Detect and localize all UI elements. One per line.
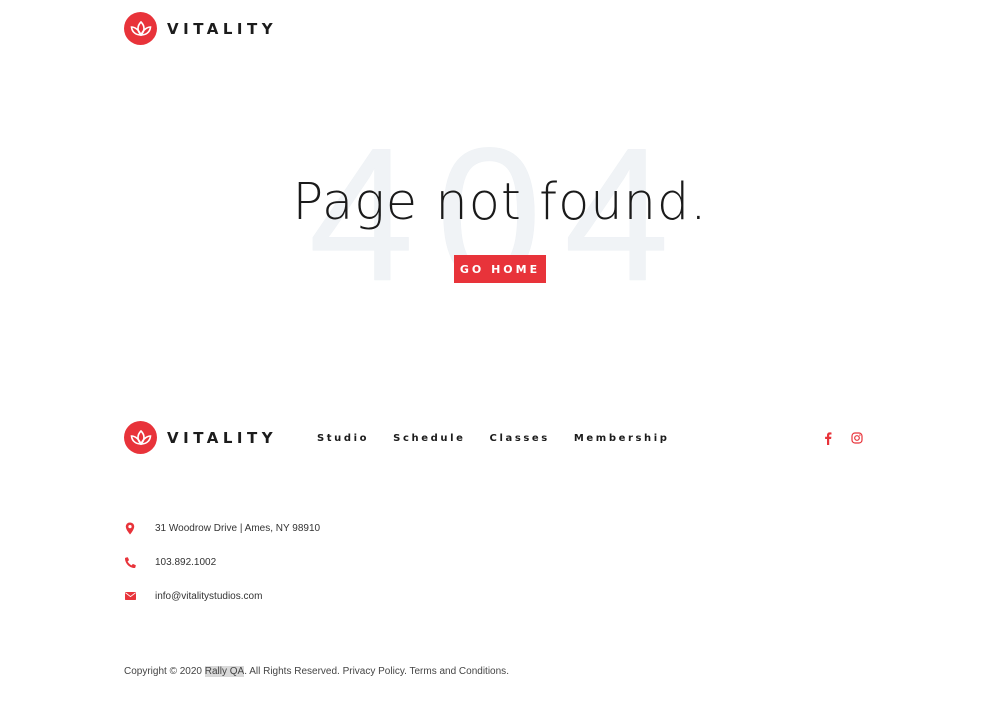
header-logo[interactable]: VITALITY: [124, 12, 277, 45]
nav-link-schedule[interactable]: Schedule: [393, 433, 465, 444]
footer-nav: Studio Schedule Classes Membership: [317, 433, 670, 444]
nav-link-membership[interactable]: Membership: [574, 433, 670, 444]
social-links-2: [851, 431, 865, 445]
address-text: 31 Woodrow Drive | Ames, NY 98910: [155, 522, 321, 534]
nav-link-studio[interactable]: Studio: [317, 433, 369, 444]
contact-address: 31 Woodrow Drive | Ames, NY 98910: [124, 521, 320, 535]
lotus-logo-icon: [124, 421, 157, 454]
copyright-prefix: Copyright © 2020: [124, 666, 205, 677]
email-text[interactable]: info@vitalitystudios.com: [155, 591, 262, 602]
terms-link[interactable]: Terms and Conditions: [409, 666, 506, 677]
lotus-logo-icon: [124, 12, 157, 45]
facebook-icon[interactable]: [822, 431, 836, 445]
copyright-end: .: [506, 666, 509, 677]
map-pin-icon: [124, 521, 136, 535]
privacy-policy-link[interactable]: Privacy Policy: [343, 666, 405, 677]
not-found-hero: 404 Page not found. GO HOME: [0, 120, 1000, 320]
contact-email: info@vitalitystudios.com: [124, 589, 262, 603]
company-name: Rally QA: [204, 666, 245, 677]
social-links: [822, 431, 836, 445]
contact-phone: 103.892.1002: [124, 555, 216, 569]
nav-link-classes[interactable]: Classes: [490, 433, 550, 444]
copyright: Copyright © 2020 Rally QA. All Rights Re…: [124, 666, 509, 677]
instagram-icon[interactable]: [851, 431, 865, 445]
envelope-icon: [124, 589, 136, 603]
phone-icon: [124, 555, 136, 569]
copyright-suffix: . All Rights Reserved.: [244, 666, 343, 677]
page-title: Page not found.: [292, 173, 708, 232]
footer-logo[interactable]: VITALITY: [124, 421, 277, 454]
phone-text: 103.892.1002: [155, 556, 217, 568]
brand-name: VITALITY: [167, 19, 278, 38]
brand-name: VITALITY: [167, 428, 278, 447]
go-home-button[interactable]: GO HOME: [454, 255, 546, 283]
